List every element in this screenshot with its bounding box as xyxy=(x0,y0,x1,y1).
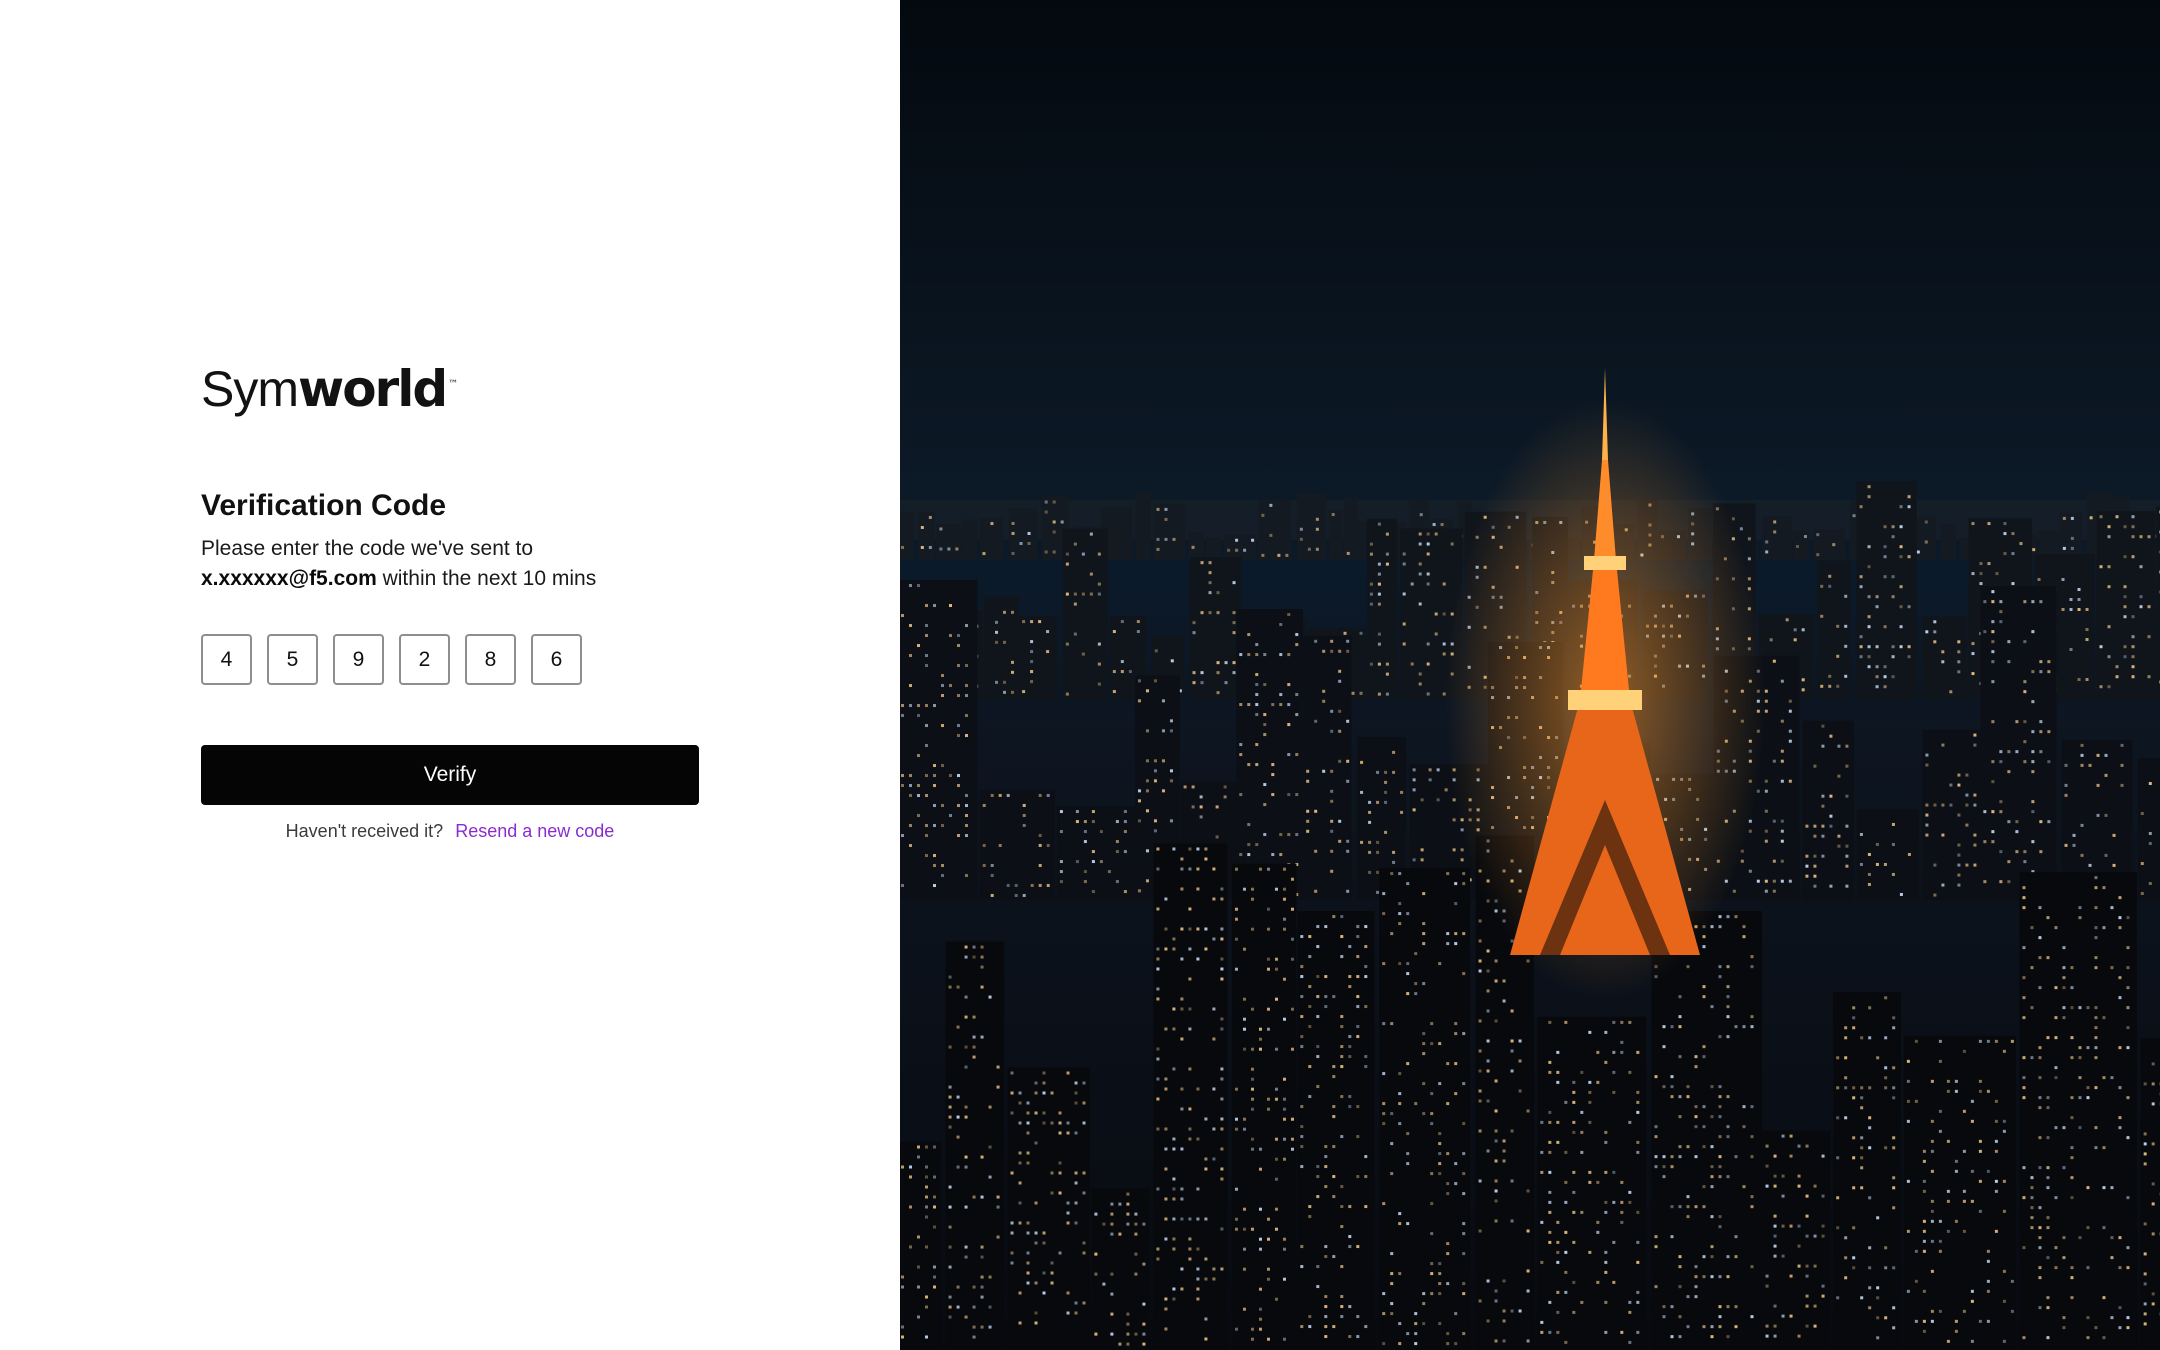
description-line-2: x.xxxxxx@f5.com within the next 10 mins xyxy=(201,564,699,594)
resend-prompt: Haven't received it? xyxy=(285,821,444,841)
page-title: Verification Code xyxy=(201,489,447,522)
code-input-group: 4 5 9 2 8 6 xyxy=(201,634,699,685)
hero-image xyxy=(900,0,2160,1350)
code-digit-input-3[interactable]: 9 xyxy=(333,634,384,685)
logo-text-light: Sym xyxy=(201,361,299,417)
city-night-tokyo-tower-image xyxy=(900,0,2160,1350)
verification-panel: Symworld ™ Verification Code Please ente… xyxy=(0,0,900,1350)
description-line-1: Please enter the code we've sent to xyxy=(201,537,534,560)
code-digit-input-1[interactable]: 4 xyxy=(201,634,252,685)
logo-text-bold: world xyxy=(298,360,448,418)
code-digit-input-2[interactable]: 5 xyxy=(267,634,318,685)
trademark-symbol: ™ xyxy=(448,379,459,390)
code-digit-input-4[interactable]: 2 xyxy=(399,634,450,685)
resend-row: Haven't received it? Resend a new code xyxy=(201,821,699,842)
login-page: Symworld ™ Verification Code Please ente… xyxy=(0,0,2160,1350)
verification-form: Symworld ™ Verification Code Please ente… xyxy=(201,364,699,842)
symworld-logo: Symworld ™ xyxy=(201,361,458,417)
code-digit-input-6[interactable]: 6 xyxy=(531,634,582,685)
verify-button[interactable]: Verify xyxy=(201,745,699,805)
email-address: x.xxxxxx@f5.com xyxy=(201,567,377,590)
verification-description: Please enter the code we've sent to x.xx… xyxy=(201,534,699,594)
description-suffix: within the next 10 mins xyxy=(376,567,597,590)
resend-code-link[interactable]: Resend a new code xyxy=(455,821,614,841)
code-digit-input-5[interactable]: 8 xyxy=(465,634,516,685)
